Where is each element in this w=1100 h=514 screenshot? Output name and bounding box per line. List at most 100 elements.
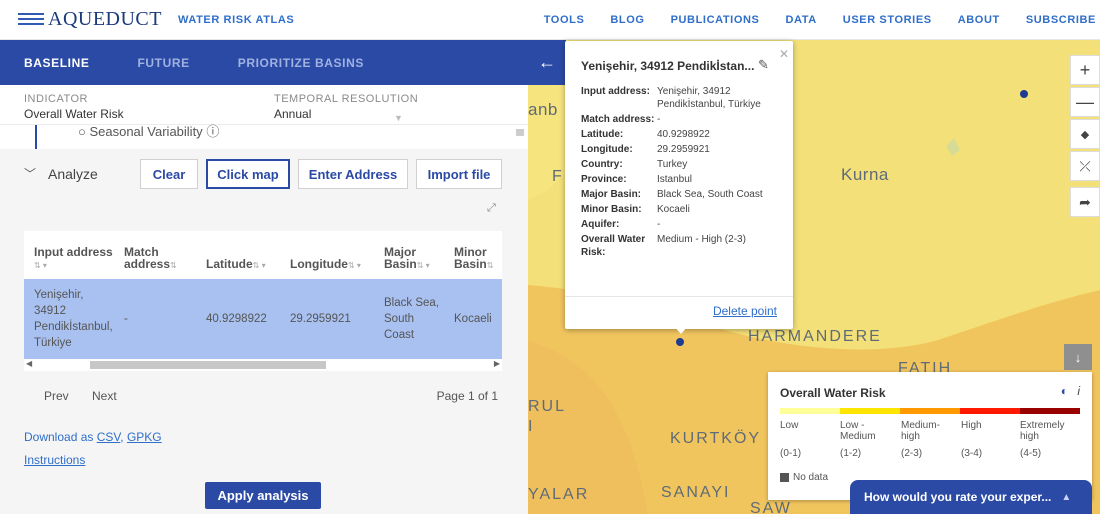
scroll-thumb[interactable] bbox=[90, 361, 326, 369]
table-header: Input address ⇅ ▾ Match address⇅ Latitud… bbox=[24, 231, 502, 279]
logo-text: AQUEDUCT bbox=[48, 8, 162, 30]
feedback-widget[interactable]: How would you rate your exper... ▲ bbox=[850, 480, 1092, 514]
sort-icon[interactable]: ⇅ ▾ bbox=[348, 261, 361, 270]
popup-title: Yenişehir, 34912 Pendikİstan... bbox=[581, 59, 755, 73]
seasonal-variability-radio[interactable]: ○ Seasonal Variability ⓘ bbox=[78, 121, 219, 140]
no-data-swatch bbox=[780, 473, 789, 482]
scroll-left-icon[interactable]: ◀ bbox=[26, 359, 32, 368]
seasonal-option: ○ Seasonal Variability ⓘ bbox=[0, 124, 528, 149]
clear-button[interactable]: Clear bbox=[140, 159, 198, 189]
map-label-saw: SAW bbox=[750, 500, 792, 514]
legend-swatch-extremely-high bbox=[1020, 408, 1080, 414]
instructions-link[interactable]: Instructions bbox=[24, 453, 85, 467]
map-label-yalar: YALAR bbox=[528, 486, 590, 503]
enter-address-button[interactable]: Enter Address bbox=[298, 159, 408, 189]
popup-row: Longitude: 29.2959921 bbox=[581, 143, 786, 156]
popup-value: - bbox=[657, 114, 661, 125]
legend-label-low-medium: Low - Medium bbox=[840, 420, 876, 442]
delete-point-link[interactable]: Delete point bbox=[713, 304, 777, 318]
scroll-right-icon[interactable]: ▶ bbox=[494, 359, 500, 368]
col-latitude[interactable]: Latitude⇅ ▾ bbox=[196, 258, 280, 272]
main-nav: TOOLS BLOG PUBLICATIONS DATA USER STORIE… bbox=[544, 0, 1100, 40]
page-indicator: Page 1 of 1 bbox=[436, 389, 498, 403]
layers-icon[interactable]: ◆ bbox=[1070, 119, 1100, 149]
map-label-rul: RUL bbox=[528, 398, 567, 415]
popup-value: Yenişehir, 34912 Pendikİstanbul, Türkiye bbox=[657, 86, 761, 110]
download-gpkg-link[interactable]: GPKG bbox=[127, 430, 162, 444]
nav-about[interactable]: ABOUT bbox=[958, 14, 1000, 26]
popup-key: Input address: bbox=[581, 86, 650, 97]
map-point-marker[interactable] bbox=[1020, 90, 1028, 98]
sort-icon[interactable]: ⇅ bbox=[170, 261, 177, 270]
popup-pointer bbox=[674, 326, 688, 334]
popup-key: Province: bbox=[581, 174, 627, 185]
click-map-button[interactable]: Click map bbox=[206, 159, 290, 189]
zoom-in-button[interactable]: + bbox=[1070, 55, 1100, 85]
popup-value: - bbox=[657, 219, 661, 230]
tab-prioritize-basins[interactable]: PRIORITIZE BASINS bbox=[214, 40, 388, 85]
nav-blog[interactable]: BLOG bbox=[610, 14, 644, 26]
sort-icon[interactable]: ⇅ ▾ bbox=[253, 261, 266, 270]
nav-data[interactable]: DATA bbox=[785, 14, 816, 26]
opacity-icon[interactable]: ◐ bbox=[1061, 384, 1068, 398]
zoom-out-button[interactable]: — bbox=[1070, 87, 1100, 117]
pencil-icon[interactable]: ✎ bbox=[758, 57, 769, 73]
map-label-kurtkoy: KURTKÖY bbox=[670, 430, 762, 447]
col-label: Major Basin bbox=[384, 245, 417, 271]
caret-up-icon[interactable]: ▲ bbox=[1061, 492, 1071, 503]
aqueduct-logo-icon bbox=[18, 12, 44, 27]
next-button[interactable]: Next bbox=[92, 389, 117, 403]
table-row[interactable]: Yenişehir, 34912 Pendikİstanbul, Türkiye… bbox=[24, 279, 502, 359]
popup-value: 29.2959921 bbox=[657, 144, 710, 155]
cell-input-address: Yenişehir, 34912 Pendikİstanbul, Türkiye bbox=[34, 289, 113, 349]
import-file-button[interactable]: Import file bbox=[416, 159, 502, 189]
aqueduct-logo[interactable]: AQUEDUCT WATER RISK ATLAS bbox=[18, 8, 294, 31]
map-label-kurna: Kurna bbox=[841, 165, 889, 184]
popup-row: Match address: - bbox=[581, 113, 786, 126]
collapse-sidebar-arrow-icon[interactable]: ← bbox=[528, 40, 566, 85]
nav-subscribe[interactable]: SUBSCRIBE bbox=[1026, 14, 1096, 26]
arrow-down-icon[interactable]: ↓ bbox=[1064, 344, 1092, 370]
panel-scrollbar[interactable] bbox=[516, 129, 524, 136]
sort-icon[interactable]: ⇅ bbox=[487, 261, 494, 270]
sort-icon[interactable]: ⇅ ▾ bbox=[417, 261, 430, 270]
map-label-anb: anb bbox=[528, 100, 558, 119]
prev-button[interactable]: Prev bbox=[44, 389, 69, 403]
col-minor-basin[interactable]: Minor Basin⇅ bbox=[444, 246, 502, 272]
info-icon[interactable]: ⓘ bbox=[206, 124, 219, 139]
fullscreen-exit-icon[interactable]: ⤫ bbox=[1070, 151, 1100, 181]
apply-analysis-button[interactable]: Apply analysis bbox=[205, 482, 321, 509]
popup-value: Kocaeli bbox=[657, 204, 690, 215]
expand-icon[interactable]: ⤢ bbox=[487, 202, 496, 215]
col-input-address[interactable]: Input address ⇅ ▾ bbox=[24, 246, 114, 272]
chevron-down-icon[interactable]: ▼ bbox=[394, 113, 403, 123]
tab-baseline[interactable]: BASELINE bbox=[0, 40, 113, 85]
col-match-address[interactable]: Match address⇅ bbox=[114, 246, 196, 272]
temporal-label: TEMPORAL RESOLUTION bbox=[274, 93, 419, 105]
legend-range-medium-high: (2-3) bbox=[901, 448, 923, 459]
info-icon[interactable]: i bbox=[1077, 384, 1080, 398]
popup-row: Major Basin: Black Sea, South Coast bbox=[581, 188, 786, 201]
popup-row: Province: Istanbul bbox=[581, 173, 786, 186]
nav-publications[interactable]: PUBLICATIONS bbox=[671, 14, 760, 26]
sort-icon[interactable]: ⇅ ▾ bbox=[34, 261, 47, 270]
nav-user-stories[interactable]: USER STORIES bbox=[843, 14, 932, 26]
download-csv-link[interactable]: CSV bbox=[97, 430, 121, 444]
col-major-basin[interactable]: Major Basin⇅ ▾ bbox=[374, 246, 444, 272]
legend-range-high: (3-4) bbox=[961, 448, 983, 459]
legend-label-high: High bbox=[961, 420, 982, 431]
tab-future[interactable]: FUTURE bbox=[113, 40, 213, 85]
cell-minor-basin: Kocaeli bbox=[454, 313, 492, 325]
option-guide-line bbox=[35, 125, 37, 149]
nav-tools[interactable]: TOOLS bbox=[544, 14, 585, 26]
analyze-toggle[interactable]: ﹀ Analyze bbox=[24, 165, 98, 182]
popup-details: Input address: Yenişehir, 34912 Pendikİst… bbox=[581, 85, 786, 261]
table-horizontal-scrollbar[interactable]: ◀ ▶ bbox=[24, 359, 502, 371]
legend-range-low-medium: (1-2) bbox=[840, 448, 862, 459]
selected-point-marker[interactable] bbox=[676, 338, 684, 346]
legend-title: Overall Water Risk bbox=[780, 386, 886, 400]
indicator-select[interactable]: Overall Water Risk bbox=[24, 107, 504, 121]
close-icon[interactable]: ✕ bbox=[779, 47, 789, 61]
share-icon[interactable]: ➦ bbox=[1070, 187, 1100, 217]
col-longitude[interactable]: Longitude⇅ ▾ bbox=[280, 258, 374, 272]
